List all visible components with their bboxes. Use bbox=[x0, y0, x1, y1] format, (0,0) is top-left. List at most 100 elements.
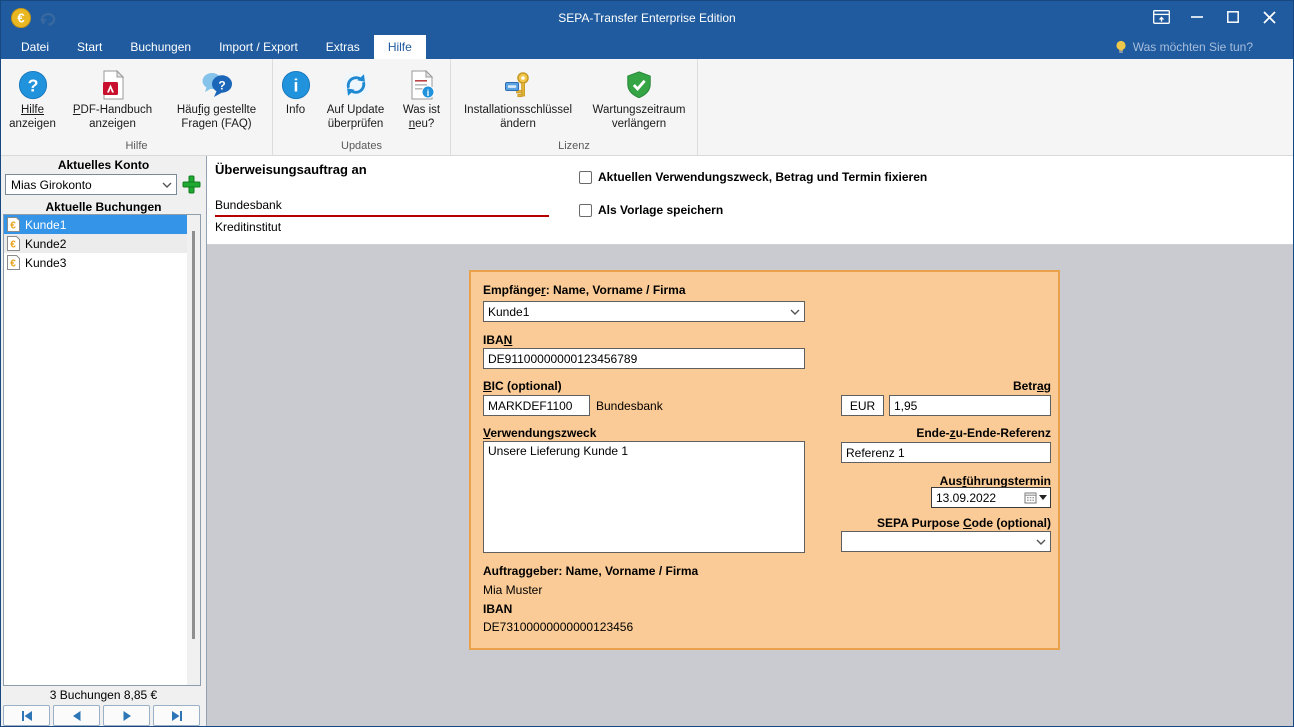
bank-caption: Kreditinstitut bbox=[215, 220, 281, 234]
add-account-button[interactable] bbox=[181, 174, 202, 195]
sepa-purpose-label: SEPA Purpose Code (optional) bbox=[801, 516, 1051, 530]
close-button[interactable] bbox=[1251, 5, 1287, 29]
booking-row-kunde2[interactable]: € Kunde2 bbox=[4, 234, 188, 253]
info-button[interactable]: i Info bbox=[275, 65, 317, 119]
menu-tab-buchungen[interactable]: Buchungen bbox=[116, 35, 205, 59]
show-help-button[interactable]: ? Hilfe anzeigen bbox=[3, 65, 63, 133]
chevron-down-icon bbox=[1036, 539, 1046, 545]
sepa-purpose-select[interactable] bbox=[841, 531, 1051, 552]
booking-row-kunde3[interactable]: € Kunde3 bbox=[4, 253, 188, 272]
chevron-down-icon bbox=[162, 182, 172, 188]
sender-iban-label: IBAN bbox=[483, 602, 512, 616]
calendar-icon bbox=[1024, 491, 1037, 504]
account-select[interactable]: Mias Girokonto bbox=[5, 174, 177, 195]
save-template-checkbox-row: Als Vorlage speichern bbox=[579, 203, 723, 217]
menu-tab-import-export[interactable]: Import / Export bbox=[205, 35, 312, 59]
save-template-label[interactable]: Als Vorlage speichern bbox=[598, 203, 723, 217]
recipient-select[interactable]: Kunde1 bbox=[483, 301, 805, 322]
booking-euro-doc-icon: € bbox=[7, 217, 20, 232]
svg-text:€: € bbox=[10, 259, 16, 270]
previous-booking-button[interactable] bbox=[53, 705, 100, 726]
bank-name-input[interactable] bbox=[215, 196, 549, 217]
ribbon: ? Hilfe anzeigen PDF bbox=[1, 59, 1293, 156]
sender-iban-value: DE73100000000000123456 bbox=[483, 620, 633, 634]
pdf-document-icon bbox=[99, 70, 127, 100]
ribbon-display-options-button[interactable] bbox=[1143, 5, 1179, 29]
recipient-select-value: Kunde1 bbox=[488, 305, 529, 319]
scrollbar-thumb[interactable] bbox=[192, 231, 195, 639]
next-booking-button[interactable] bbox=[103, 705, 150, 726]
sender-name: Mia Muster bbox=[483, 583, 542, 597]
svg-text:i: i bbox=[293, 76, 298, 96]
purpose-label: Verwendungszweck bbox=[483, 426, 596, 440]
window-controls bbox=[1143, 5, 1287, 29]
whats-new-icon: i bbox=[408, 70, 436, 100]
booking-row-kunde1[interactable]: € Kunde1 bbox=[4, 215, 188, 234]
app-window: € SEPA-Transfer Enterprise Edition bbox=[0, 0, 1294, 727]
booking-euro-doc-icon: € bbox=[7, 236, 20, 251]
minimize-button[interactable] bbox=[1179, 5, 1215, 29]
save-template-checkbox[interactable] bbox=[579, 204, 592, 217]
current-account-header: Aktuelles Konto bbox=[1, 158, 206, 172]
bic-input[interactable] bbox=[483, 395, 590, 416]
lightbulb-icon bbox=[1115, 40, 1127, 55]
sender-label: Auftraggeber: Name, Vorname / Firma bbox=[483, 564, 698, 578]
tell-me-assist[interactable]: Was möchten Sie tun? bbox=[1115, 35, 1253, 59]
execution-date-label: Ausführungstermin bbox=[841, 474, 1051, 488]
faq-button[interactable]: ? Häufig gestellte Fragen (FAQ) bbox=[163, 65, 271, 133]
check-update-button[interactable]: Auf Update überprüfen bbox=[317, 65, 395, 133]
installation-key-button[interactable]: Installationsschlüssel ändern bbox=[453, 65, 583, 133]
booking-label: Kunde1 bbox=[25, 218, 66, 232]
bic-label: BIC (optional) bbox=[483, 379, 562, 393]
whats-new-button[interactable]: i Was ist neu? bbox=[395, 65, 449, 133]
euro-coin-icon: € bbox=[11, 8, 31, 28]
svg-text:?: ? bbox=[218, 79, 225, 93]
first-booking-button[interactable] bbox=[3, 705, 50, 726]
ribbon-group-label-updates: Updates bbox=[273, 140, 450, 152]
quick-access-toolbar: € bbox=[11, 8, 57, 28]
euro-glyph: € bbox=[17, 11, 24, 26]
menu-bar: Datei Start Buchungen Import / Export Ex… bbox=[1, 35, 1293, 59]
transfer-header: Überweisungsauftrag an Kreditinstitut Ak… bbox=[207, 156, 1294, 245]
booking-euro-doc-icon: € bbox=[7, 255, 20, 270]
fix-purpose-label[interactable]: Aktuellen Verwendungszweck, Betrag und T… bbox=[598, 170, 927, 184]
pdf-manual-button[interactable]: PDF-Handbuch anzeigen bbox=[63, 65, 163, 133]
menu-tab-extras[interactable]: Extras bbox=[312, 35, 374, 59]
menu-tab-datei[interactable]: Datei bbox=[7, 35, 63, 59]
maximize-button[interactable] bbox=[1215, 5, 1251, 29]
iban-label: IBAN bbox=[483, 333, 512, 347]
sidebar: Aktuelles Konto Mias Girokonto Aktuelle … bbox=[1, 156, 207, 727]
menu-tab-hilfe[interactable]: Hilfe bbox=[374, 35, 426, 59]
reference-input[interactable] bbox=[841, 442, 1051, 463]
date-picker-button[interactable] bbox=[1021, 491, 1050, 504]
amount-input[interactable] bbox=[889, 395, 1051, 416]
execution-date-input[interactable] bbox=[932, 491, 1021, 505]
ribbon-group-label-hilfe: Hilfe bbox=[1, 140, 272, 152]
undo-icon[interactable] bbox=[39, 10, 57, 26]
svg-text:i: i bbox=[426, 88, 429, 98]
maintenance-period-button[interactable]: Wartungszeitraum verlängern bbox=[583, 65, 695, 133]
bookings-list: € Kunde1 € Kunde2 € Kunde3 bbox=[3, 214, 201, 686]
help-icon: ? bbox=[18, 70, 48, 100]
svg-text:€: € bbox=[10, 240, 16, 251]
iban-input[interactable] bbox=[483, 348, 805, 369]
assist-text: Was möchten Sie tun? bbox=[1133, 40, 1253, 54]
window-title: SEPA-Transfer Enterprise Edition bbox=[1, 1, 1293, 35]
booking-nav bbox=[1, 705, 206, 726]
amount-label: Betrag bbox=[841, 379, 1051, 393]
last-booking-button[interactable] bbox=[153, 705, 200, 726]
bookings-scrollbar[interactable] bbox=[187, 215, 200, 685]
title-bar: € SEPA-Transfer Enterprise Edition bbox=[1, 1, 1293, 35]
ribbon-group-lizenz: Installationsschlüssel ändern Wartungsze… bbox=[451, 59, 698, 155]
bookings-summary: 3 Buchungen 8,85 € bbox=[1, 688, 206, 702]
transfer-form-panel: Empfänger: Name, Vorname / Firma Kunde1 … bbox=[469, 270, 1060, 650]
ribbon-group-hilfe: ? Hilfe anzeigen PDF bbox=[1, 59, 273, 155]
purpose-textarea[interactable]: Unsere Lieferung Kunde 1 bbox=[483, 441, 805, 553]
menu-tab-start[interactable]: Start bbox=[63, 35, 116, 59]
fix-purpose-checkbox[interactable] bbox=[579, 171, 592, 184]
chevron-down-icon bbox=[790, 309, 800, 315]
bic-bank-name: Bundesbank bbox=[596, 399, 663, 413]
currency-box: EUR bbox=[841, 395, 884, 416]
dropdown-arrow-icon bbox=[1039, 495, 1047, 500]
transfer-title: Überweisungsauftrag an bbox=[215, 162, 367, 177]
